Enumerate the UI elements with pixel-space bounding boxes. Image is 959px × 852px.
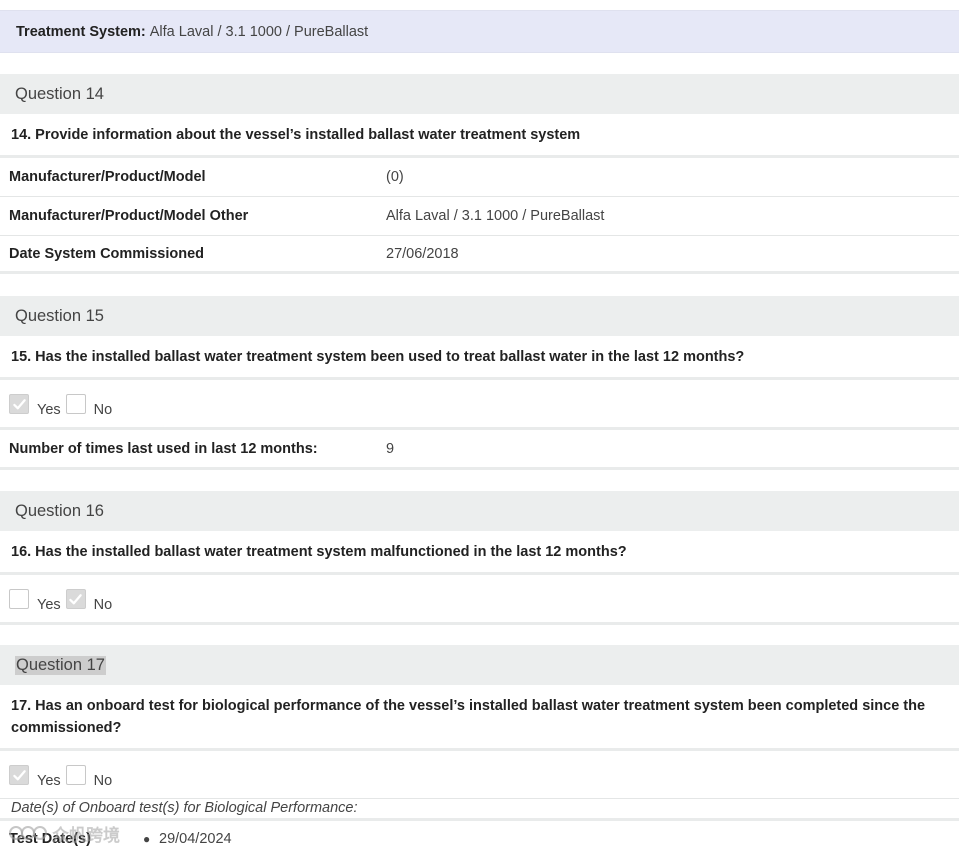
question-17-text-line-1: 17. Has an onboard test for biological p… (11, 698, 926, 714)
q16-yes-label: Yes (37, 597, 61, 613)
bullet-icon: ● (143, 832, 151, 846)
treatment-system-value: Alfa Laval / 3.1 1000 / PureBallast (149, 23, 369, 40)
question-16-text: 16. Has the installed ballast water trea… (0, 531, 959, 575)
q16-yes-checkbox[interactable] (9, 589, 29, 609)
q14-row-label: Date System Commissioned (9, 245, 205, 262)
question-15-title: Question 15 (15, 306, 104, 325)
question-14-header: Question 14 (0, 74, 959, 114)
q17-no-label: No (93, 773, 113, 789)
q15-answer-row: Yes No (0, 380, 959, 430)
treatment-system-bar: Treatment System: Alfa Laval / 3.1 1000 … (0, 10, 959, 53)
question-15-text: 15. Has the installed ballast water trea… (0, 336, 959, 380)
q17-yes-label: Yes (37, 773, 61, 789)
q15-times-used-label: Number of times last used in last 12 mon… (9, 440, 318, 457)
check-icon (69, 593, 82, 604)
q15-times-used-row: Number of times last used in last 12 mon… (0, 430, 959, 470)
q15-yes-label: Yes (37, 402, 61, 418)
q16-no-label: No (93, 597, 113, 613)
q15-yes-checkbox[interactable] (9, 394, 29, 414)
q16-no-checkbox[interactable] (65, 589, 86, 609)
question-17-title: Question 17 (15, 655, 106, 675)
q14-row-label: Manufacturer/Product/Model Other (9, 208, 249, 224)
check-icon (12, 769, 26, 780)
question-14-text: 14. Provide information about the vessel… (0, 114, 959, 158)
question-16-header: Question 16 (0, 491, 959, 531)
q14-row-value: 27/06/2018 (386, 245, 459, 262)
q14-row-value: Alfa Laval / 3.1 1000 / PureBallast (386, 208, 605, 224)
q17-test-date: 29/04/2024 (159, 831, 232, 847)
q14-row-manufacturer-other: Manufacturer/Product/Model Other Alfa La… (0, 197, 959, 236)
q17-yes-checkbox[interactable] (9, 765, 29, 785)
q15-no-label: No (93, 402, 113, 418)
question-15-header: Question 15 (0, 296, 959, 336)
q17-test-dates-label: Test Date(s) (9, 831, 91, 847)
question-17-text: 17. Has an onboard test for biological p… (0, 685, 959, 751)
q14-row-manufacturer: Manufacturer/Product/Model (0) (0, 158, 959, 197)
q14-row-value: (0) (386, 169, 404, 185)
treatment-system-label: Treatment System: (16, 23, 146, 40)
q17-dates-note: Date(s) of Onboard test(s) for Biologica… (0, 798, 959, 821)
q17-test-dates-row: Test Date(s) ● 29/04/2024 (0, 826, 959, 852)
q17-answer-row: Yes No (0, 751, 959, 799)
question-16-title: Question 16 (15, 501, 104, 520)
question-17-text-line-2: commissioned? (11, 720, 122, 736)
q14-row-label: Manufacturer/Product/Model (9, 169, 206, 185)
q16-answer-row: Yes No (0, 575, 959, 625)
question-17-header: Question 17 (0, 645, 959, 685)
question-14-title: Question 14 (15, 84, 104, 103)
q15-times-used-value: 9 (386, 440, 395, 457)
check-icon (12, 398, 26, 409)
q14-row-date-commissioned: Date System Commissioned 27/06/2018 (0, 236, 959, 274)
q15-no-checkbox[interactable] (65, 394, 86, 414)
q17-no-checkbox[interactable] (65, 765, 86, 785)
